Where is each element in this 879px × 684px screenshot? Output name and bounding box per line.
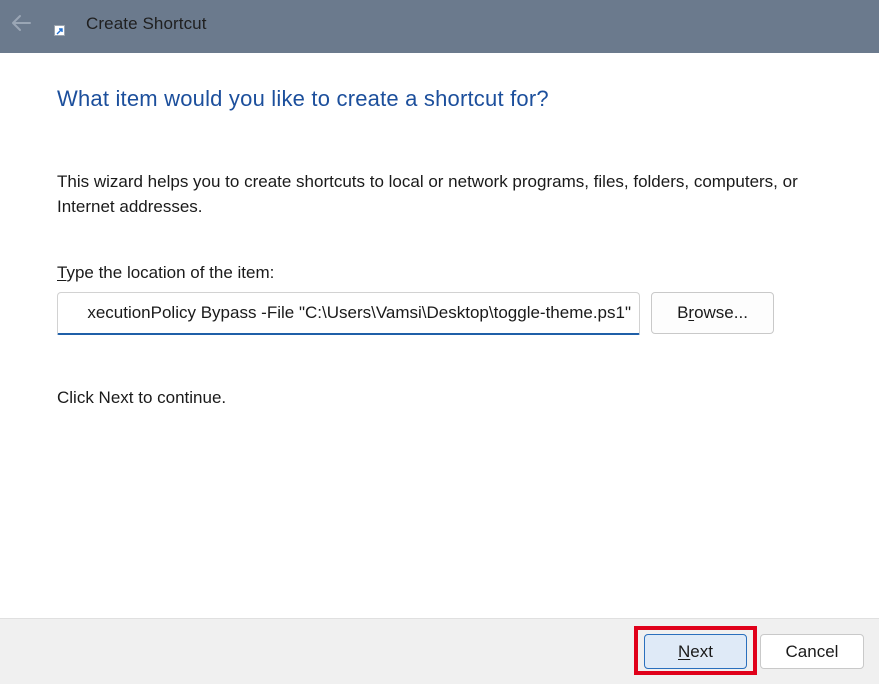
- shortcut-icon: [54, 25, 65, 36]
- location-label: Type the location of the item:: [57, 263, 274, 283]
- back-button[interactable]: [4, 6, 38, 40]
- browse-label-end: owse...: [694, 303, 748, 322]
- location-input-value: xecutionPolicy Bypass -File "C:\Users\Va…: [87, 303, 631, 322]
- create-shortcut-window: Create Shortcut What item would you like…: [0, 0, 879, 684]
- wizard-description: This wizard helps you to create shortcut…: [57, 172, 798, 216]
- next-label-accel: N: [678, 641, 691, 661]
- page-heading: What item would you like to create a sho…: [57, 86, 549, 111]
- cancel-button[interactable]: Cancel: [760, 634, 864, 669]
- browse-label-start: B: [677, 303, 689, 322]
- arrow-left-icon: [12, 15, 31, 31]
- location-label-text: ype the location of the item:: [66, 263, 275, 282]
- location-input[interactable]: xecutionPolicy Bypass -File "C:\Users\Va…: [57, 292, 640, 335]
- title-bar: Create Shortcut: [0, 0, 879, 53]
- browse-button[interactable]: Br owse...: [651, 292, 774, 334]
- next-button[interactable]: Next: [644, 634, 747, 669]
- next-label-rest: ext: [690, 641, 713, 661]
- continue-hint: Click Next to continue.: [57, 388, 227, 407]
- window-title: Create Shortcut: [86, 14, 207, 33]
